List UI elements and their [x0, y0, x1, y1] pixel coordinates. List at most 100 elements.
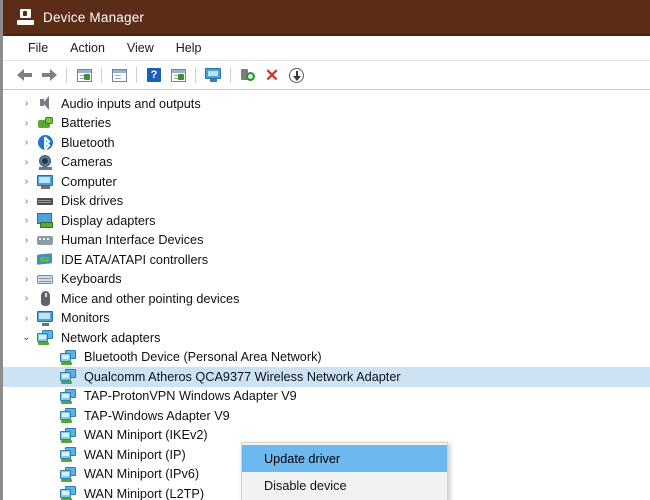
- display-adapter-icon: [37, 213, 54, 229]
- monitor-icon: [37, 310, 54, 326]
- tree-node-label: TAP-Windows Adapter V9: [84, 408, 230, 423]
- chevron-right-icon[interactable]: ›: [20, 157, 33, 168]
- title-bar: Device Manager: [3, 0, 650, 36]
- toolbar-separator: [66, 67, 67, 83]
- tree-node-label: WAN Miniport (IKEv2): [84, 428, 208, 443]
- camera-icon: [37, 154, 54, 170]
- chevron-right-icon[interactable]: ›: [20, 137, 33, 148]
- chevron-right-icon[interactable]: ›: [20, 235, 33, 246]
- menu-action[interactable]: Action: [61, 39, 114, 57]
- speaker-icon: [37, 96, 54, 111]
- tree-node-label: Mice and other pointing devices: [61, 291, 240, 306]
- context-menu-item-disable-device[interactable]: Disable device: [242, 472, 447, 499]
- show-hide-console-tree-icon[interactable]: [72, 64, 96, 86]
- device-manager-window: Device Manager File Action View Help ? ✕…: [0, 0, 650, 500]
- computer-icon: [37, 174, 54, 190]
- ide-controller-icon: [37, 252, 54, 267]
- chevron-right-icon[interactable]: ›: [20, 118, 33, 129]
- chevron-down-icon[interactable]: ⌄: [20, 332, 33, 343]
- tree-node-ide-ata-atapi-controllers[interactable]: › IDE ATA/ATAPI controllers: [3, 250, 650, 270]
- network-adapter-icon: [60, 466, 77, 482]
- tree-node-tap-protonvpn-adapter[interactable]: TAP-ProtonVPN Windows Adapter V9: [3, 387, 650, 407]
- tree-node-label: Keyboards: [61, 272, 122, 287]
- scan-hardware-changes-icon[interactable]: [236, 64, 260, 86]
- tree-node-label: Computer: [61, 174, 117, 189]
- context-menu: Update driver Disable device Uninstall d…: [241, 442, 448, 500]
- chevron-right-icon[interactable]: ›: [20, 176, 33, 187]
- toolbar-separator: [195, 67, 196, 83]
- tree-node-audio-inputs-and-outputs[interactable]: › Audio inputs and outputs: [3, 94, 650, 114]
- context-menu-item-update-driver[interactable]: Update driver: [242, 445, 447, 472]
- network-adapter-icon: [60, 369, 77, 385]
- tree-node-disk-drives[interactable]: › Disk drives: [3, 192, 650, 212]
- tree-node-label: WAN Miniport (L2TP): [84, 486, 205, 500]
- tree-node-label: Display adapters: [61, 213, 156, 228]
- window-title: Device Manager: [43, 9, 145, 25]
- menu-bar: File Action View Help: [3, 36, 650, 61]
- menu-file[interactable]: File: [19, 39, 57, 57]
- tree-node-label: WAN Miniport (IPv6): [84, 467, 200, 482]
- tree-node-keyboards[interactable]: › Keyboards: [3, 270, 650, 290]
- scan-monitor-icon[interactable]: [201, 64, 225, 86]
- tree-node-human-interface-devices[interactable]: › Human Interface Devices: [3, 231, 650, 251]
- tree-node-batteries[interactable]: › Batteries: [3, 114, 650, 134]
- tree-node-label: WAN Miniport (IP): [84, 447, 186, 462]
- device-manager-icon: [17, 8, 34, 26]
- disk-drive-icon: [37, 194, 54, 209]
- device-tree[interactable]: › Audio inputs and outputs › Batteries ›…: [3, 90, 650, 500]
- tree-node-label: TAP-ProtonVPN Windows Adapter V9: [84, 389, 297, 404]
- network-adapter-icon: [60, 447, 77, 463]
- chevron-right-icon[interactable]: ›: [20, 254, 33, 265]
- chevron-right-icon[interactable]: ›: [20, 274, 33, 285]
- tree-node-label: IDE ATA/ATAPI controllers: [61, 252, 209, 267]
- tree-node-label: Bluetooth Device (Personal Area Network): [84, 350, 322, 365]
- view-icon[interactable]: [166, 64, 190, 86]
- tree-node-label: Network adapters: [61, 330, 161, 345]
- tree-node-label: Disk drives: [61, 194, 124, 209]
- chevron-right-icon[interactable]: ›: [20, 196, 33, 207]
- tree-node-bluetooth[interactable]: › Bluetooth: [3, 133, 650, 153]
- tree-node-label: Qualcomm Atheros QCA9377 Wireless Networ…: [84, 369, 401, 384]
- forward-arrow-icon[interactable]: [37, 64, 61, 86]
- network-adapter-icon: [60, 486, 77, 500]
- tree-node-monitors[interactable]: › Monitors: [3, 309, 650, 329]
- tree-node-network-adapters[interactable]: ⌄ Network adapters: [3, 328, 650, 348]
- menu-view[interactable]: View: [118, 39, 163, 57]
- bluetooth-icon: [37, 135, 54, 151]
- tree-node-label: Human Interface Devices: [61, 233, 204, 248]
- tree-node-label: Monitors: [61, 311, 110, 326]
- back-arrow-icon[interactable]: [13, 64, 37, 86]
- tree-node-label: Bluetooth: [61, 135, 115, 150]
- network-adapter-icon: [60, 427, 77, 443]
- properties-icon[interactable]: [107, 64, 131, 86]
- network-adapter-icon: [60, 349, 77, 365]
- network-adapter-icon: [37, 330, 54, 346]
- tree-node-label: Batteries: [61, 116, 112, 131]
- network-adapter-icon: [60, 408, 77, 424]
- hid-icon: [37, 233, 54, 248]
- tree-node-tap-windows-adapter[interactable]: TAP-Windows Adapter V9: [3, 406, 650, 426]
- tree-node-mice-and-other-pointing-devices[interactable]: › Mice and other pointing devices: [3, 289, 650, 309]
- chevron-right-icon[interactable]: ›: [20, 98, 33, 109]
- help-icon[interactable]: ?: [142, 64, 166, 86]
- toolbar-separator: [136, 67, 137, 83]
- chevron-right-icon[interactable]: ›: [20, 313, 33, 324]
- tree-node-label: Audio inputs and outputs: [61, 96, 201, 111]
- uninstall-device-icon[interactable]: ✕: [260, 64, 284, 86]
- toolbar-separator: [230, 67, 231, 83]
- toolbar-separator: [101, 67, 102, 83]
- tree-node-computer[interactable]: › Computer: [3, 172, 650, 192]
- battery-icon: [37, 116, 54, 131]
- tree-node-cameras[interactable]: › Cameras: [3, 153, 650, 173]
- mouse-icon: [37, 291, 54, 307]
- chevron-right-icon[interactable]: ›: [20, 293, 33, 304]
- update-driver-icon[interactable]: [284, 64, 308, 86]
- tree-node-label: Cameras: [61, 155, 113, 170]
- tree-node-bluetooth-device-pan[interactable]: Bluetooth Device (Personal Area Network): [3, 348, 650, 368]
- tree-node-qualcomm-atheros-adapter[interactable]: Qualcomm Atheros QCA9377 Wireless Networ…: [3, 367, 650, 387]
- chevron-right-icon[interactable]: ›: [20, 215, 33, 226]
- menu-help[interactable]: Help: [167, 39, 211, 57]
- keyboard-icon: [37, 272, 54, 287]
- tree-node-display-adapters[interactable]: › Display adapters: [3, 211, 650, 231]
- network-adapter-icon: [60, 388, 77, 404]
